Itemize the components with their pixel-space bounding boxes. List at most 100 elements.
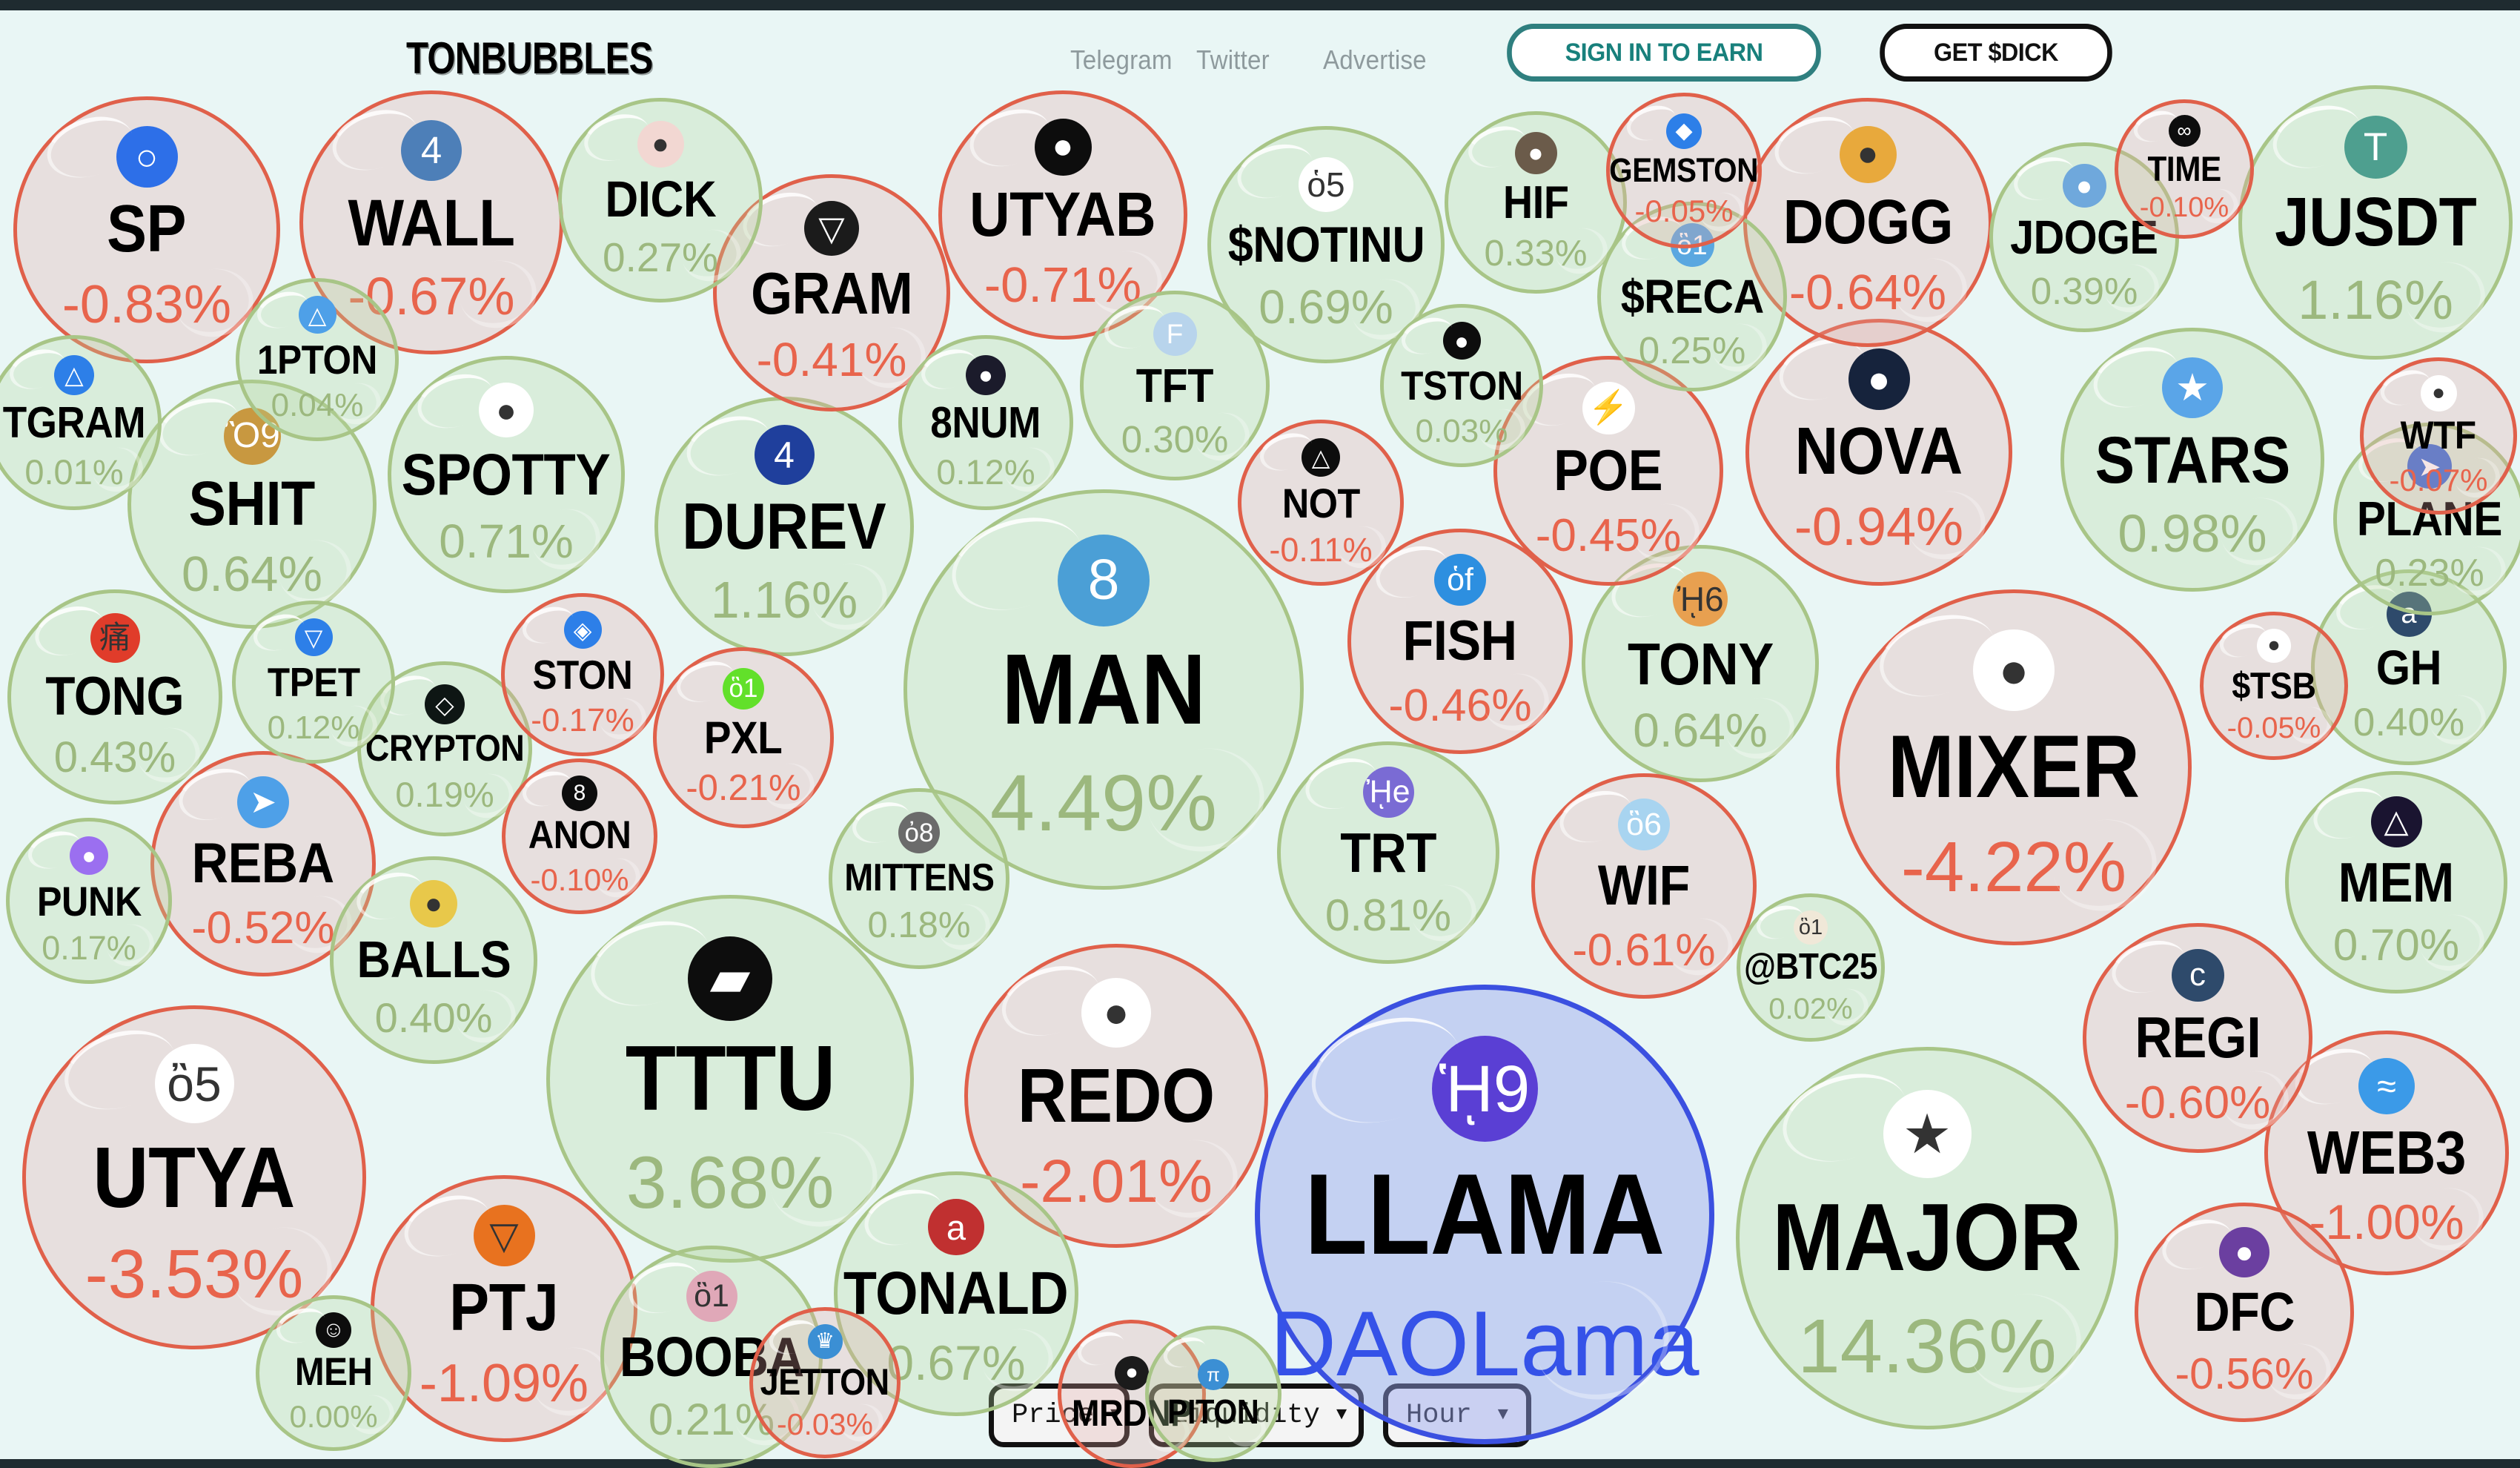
bubble-symbol: REGI	[2135, 1008, 2261, 1068]
bubble-change-percent: 0.19%	[395, 776, 494, 813]
dfc-logo: ●	[2219, 1227, 2269, 1277]
bubble-symbol: NOVA	[1795, 418, 1963, 486]
bubble-balls[interactable]: ● BALLS 0.40%	[330, 856, 537, 1064]
bubble-symbol: WTF	[2401, 416, 2476, 456]
spotty-avatar: ●	[479, 383, 534, 437]
bubble-change-percent: 0.71%	[439, 517, 573, 566]
bubble-tttu[interactable]: ▰ TTTU 3.68%	[546, 895, 914, 1263]
hif-avatar: ●	[1515, 132, 1557, 174]
bubble-spotty[interactable]: ● SPOTTY 0.71%	[388, 356, 625, 593]
bubble-change-percent: 0.43%	[54, 735, 176, 781]
bubble-symbol: JETTON	[760, 1363, 889, 1401]
bubble-change-percent: -0.10%	[2140, 194, 2229, 223]
bubble-major[interactable]: ★ MAJOR 14.36%	[1736, 1047, 2118, 1429]
bubble-change-percent: 0.30%	[1121, 420, 1229, 460]
mixer-logo: ●	[1973, 629, 2055, 711]
bubble-hif[interactable]: ● HIF 0.33%	[1445, 111, 1627, 294]
bubble-symbol: TONALD	[843, 1263, 1068, 1325]
dogg-logo: ●	[1840, 126, 1897, 183]
bubble-symbol: POE	[1554, 441, 1663, 500]
nova-logo: ●	[1848, 348, 1910, 410]
bubble-ptj[interactable]: ▽ PTJ -1.09%	[371, 1175, 637, 1442]
bubble-jusdt[interactable]: T JUSDT 1.16%	[2238, 85, 2513, 360]
llama-logo: ᾙ9	[1432, 1036, 1538, 1142]
bubble-symbol: JUSDT	[2275, 187, 2476, 257]
bubble-nova[interactable]: ● NOVA -0.94%	[1745, 319, 2012, 586]
stars-logo: ★	[2162, 357, 2223, 418]
bubble-change-percent: -3.53%	[85, 1238, 304, 1311]
bubble-symbol: TIME	[2147, 151, 2221, 187]
bubble-regi[interactable]: ὇c REGI -0.60%	[2083, 923, 2312, 1153]
sp-logo: ○	[116, 126, 178, 188]
bubble-symbol: MAJOR	[1772, 1189, 2081, 1287]
notinu-avatar: ὁ5	[1299, 157, 1353, 212]
bubble-change-percent: 1.16%	[2298, 271, 2453, 329]
bubble-trt[interactable]: ᾘe TRT 0.81%	[1277, 741, 1499, 964]
bubble-durev[interactable]: ὆4 DUREV 1.16%	[654, 397, 914, 656]
bubble-meh[interactable]: ☺ MEH 0.00%	[256, 1295, 411, 1451]
bubble-symbol: STON	[533, 654, 633, 695]
bubble-change-percent: 0.27%	[603, 237, 718, 280]
bubble-wtf[interactable]: ● WTF -0.07%	[2360, 357, 2517, 515]
bubble-change-percent: -0.45%	[1536, 512, 1681, 560]
bubble-symbol: 1PTON	[257, 339, 377, 380]
bubble-symbol: CRYPTON	[365, 730, 524, 767]
bubble-fish[interactable]: ὁf FISH -0.46%	[1347, 529, 1573, 754]
bubble-change-percent: 0.81%	[1325, 892, 1451, 939]
bubble-change-percent: 14.36%	[1797, 1306, 2056, 1386]
bubble-dfc[interactable]: ● DFC -0.56%	[2135, 1203, 2354, 1422]
bubble-tong[interactable]: 痛 TONG 0.43%	[7, 589, 222, 804]
bubble-symbol: TONG	[46, 669, 185, 724]
jetton-logo: ♛	[808, 1324, 843, 1359]
bubble-1pton[interactable]: △ 1PTON 0.04%	[236, 278, 399, 441]
bubble-sp[interactable]: ○ SP -0.83%	[13, 96, 280, 363]
bubble-symbol: WIF	[1598, 857, 1690, 915]
bubble-change-percent: -0.11%	[1269, 532, 1372, 567]
bubble-tsb[interactable]: ● $TSB -0.05%	[2200, 612, 2348, 760]
bubble-stars[interactable]: ★ STARS 0.98%	[2060, 328, 2324, 592]
redo-logo: ●	[1081, 978, 1151, 1048]
bubble-mixer[interactable]: ● MIXER -4.22%	[1836, 589, 2192, 945]
bubble-mem[interactable]: △ MEM 0.70%	[2285, 771, 2507, 993]
8num-logo: ●	[966, 355, 1006, 395]
bubble-change-percent: -0.10%	[530, 864, 629, 896]
bubble-symbol: PUNK	[36, 880, 141, 922]
piton-logo: π	[1198, 1359, 1229, 1390]
bubble-not[interactable]: △ NOT -0.11%	[1238, 420, 1404, 586]
trt-avatar: ᾘe	[1363, 767, 1414, 818]
bubble-change-percent: 0.17%	[42, 930, 136, 965]
bubble-btc25[interactable]: ὃ1 @BTC25 0.02%	[1737, 893, 1885, 1042]
bubble-jetton[interactable]: ♛ JETTON -0.03%	[749, 1307, 901, 1458]
bubble-symbol: TRT	[1340, 824, 1436, 882]
bubble-symbol: GEMSTON	[1610, 153, 1759, 188]
bubble-piton[interactable]: π PITON	[1145, 1326, 1281, 1462]
bubble-change-percent: 0.25%	[1639, 331, 1746, 371]
bubble-change-percent: 0.69%	[1259, 282, 1393, 332]
bubble-pxl[interactable]: ὃ1 PXL -0.21%	[653, 647, 834, 828]
bubble-gemston[interactable]: ◆ GEMSTON -0.05%	[1606, 93, 1762, 248]
bubble-ston[interactable]: ◈ STON -0.17%	[501, 593, 664, 756]
tsb-avatar: ●	[2257, 629, 2291, 663]
bubble-anon[interactable]: 8 ANON -0.10%	[502, 758, 657, 914]
bubble-time[interactable]: ∞ TIME -0.10%	[2115, 99, 2254, 239]
bubble-llama[interactable]: ᾙ9 LLAMA DAOLama	[1255, 985, 1714, 1444]
bubble-symbol: PXL	[704, 715, 782, 761]
bubble-change-percent: -0.03%	[777, 1409, 873, 1441]
bubble-punk[interactable]: ● PUNK 0.17%	[6, 818, 172, 984]
bubble-wif[interactable]: ὃ6 WIF -0.61%	[1531, 773, 1757, 999]
bubble-change-percent: 0.12%	[936, 454, 1035, 490]
bubble-change-percent: -0.46%	[1388, 681, 1531, 729]
bubble-change-percent: 0.40%	[375, 996, 493, 1040]
bubble-symbol: 8NUM	[931, 400, 1041, 445]
bubble-change-percent: 0.64%	[1633, 706, 1767, 756]
bubble-symbol: $TSB	[2232, 667, 2315, 705]
balls-logo: ●	[410, 880, 457, 928]
bubble-tpet[interactable]: ▽ TPET 0.12%	[232, 601, 395, 764]
bubble-dick[interactable]: ● DICK 0.27%	[558, 98, 763, 302]
bubble-tston[interactable]: ● TSTON 0.03%	[1380, 304, 1543, 467]
bubble-tft[interactable]: F TFT 0.30%	[1080, 291, 1270, 480]
bubble-mittens[interactable]: ὀ8 MITTENS 0.18%	[829, 788, 1009, 969]
bubble-map-page: TONBUBBLES Telegram Twitter Advertise SI…	[0, 0, 2520, 1468]
bubble-8num[interactable]: ● 8NUM 0.12%	[898, 335, 1073, 510]
bubble-change-percent: 0.64%	[182, 549, 322, 601]
